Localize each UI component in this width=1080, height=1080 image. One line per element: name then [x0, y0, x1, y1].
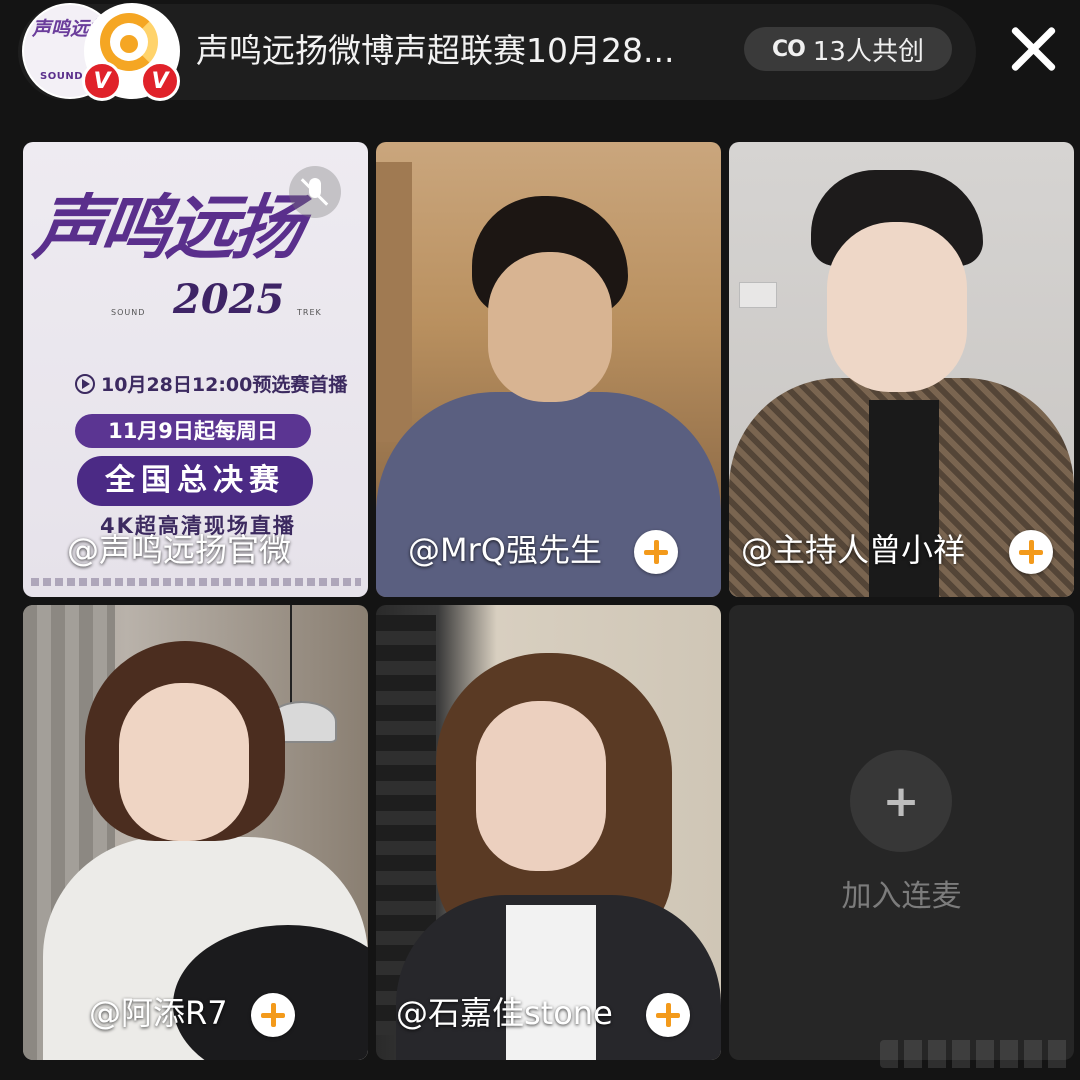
poster-weekly-pill: 11月9日起每周日19:30 — [75, 414, 311, 477]
poster-fine-print — [31, 578, 361, 586]
follow-plus-icon[interactable] — [251, 993, 295, 1037]
person-face — [827, 222, 967, 392]
join-plus-icon[interactable]: + — [850, 750, 952, 852]
verified-badge-icon: V — [82, 61, 122, 101]
live-title: 声鸣远扬微博声超联赛10月28... — [196, 31, 675, 70]
play-icon — [75, 374, 95, 394]
avatar-logo-sub: SOUND — [40, 71, 83, 82]
background-door — [376, 162, 412, 442]
video-tile-atian[interactable]: @阿添R7 — [23, 605, 368, 1060]
co-create-icon: CO — [772, 36, 806, 62]
poster-sound-label: SOUND — [111, 308, 146, 317]
mic-muted-icon[interactable] — [289, 166, 341, 218]
host-avatars[interactable]: 声鸣远扬 SOUND V V — [22, 3, 182, 101]
live-header: 声鸣远扬 SOUND V V 声鸣远扬微博声超联赛10月28... CO 13人… — [0, 0, 1080, 110]
tile-name-label: @MrQ强先生 — [408, 531, 602, 569]
follow-plus-icon[interactable] — [1009, 530, 1053, 574]
co-create-label: 13人共创 — [812, 36, 924, 67]
poster-finals-pill: 全国总决赛 — [77, 456, 313, 506]
weibo-watermark — [880, 1040, 1070, 1068]
join-mic-label: 加入连麦 — [841, 879, 962, 914]
video-tile-mrq[interactable]: @MrQ强先生 — [376, 142, 721, 597]
follow-plus-icon[interactable] — [646, 993, 690, 1037]
video-tile-shijiajia[interactable]: @石嘉佳stone — [376, 605, 721, 1060]
poster-schedule: 10月28日12:00预选赛首播 — [75, 370, 347, 397]
lamp-cord — [290, 605, 292, 705]
follow-plus-icon[interactable] — [634, 530, 678, 574]
person-face — [476, 701, 606, 871]
poster-year: 2025 — [173, 276, 285, 323]
join-mic-slot[interactable]: + 加入连麦 — [729, 605, 1074, 1060]
person-face — [488, 252, 612, 402]
verified-badge-icon: V — [140, 61, 180, 101]
weibo-logo-dot — [120, 35, 138, 53]
tile-name-label: @石嘉佳stone — [396, 994, 613, 1032]
close-icon[interactable] — [1006, 22, 1060, 76]
poster-trek-label: TREK — [297, 308, 322, 317]
tile-name-label: @主持人曾小祥 — [741, 531, 966, 569]
video-tile-shengming[interactable]: 声鸣远扬 2025 SOUND TREK 10月28日12:00预选赛首播 11… — [23, 142, 368, 597]
person-face — [119, 683, 249, 841]
tile-name-label: @阿添R7 — [89, 994, 228, 1032]
video-tile-zengxiaoxiang[interactable]: @主持人曾小祥 — [729, 142, 1074, 597]
tile-name-label: @声鸣远扬官微 — [67, 531, 292, 569]
wall-switch — [739, 282, 777, 308]
poster-schedule-text: 10月28日12:00预选赛首播 — [101, 374, 348, 396]
co-create-button[interactable]: CO 13人共创 — [744, 27, 952, 71]
person-tee — [506, 905, 596, 1060]
